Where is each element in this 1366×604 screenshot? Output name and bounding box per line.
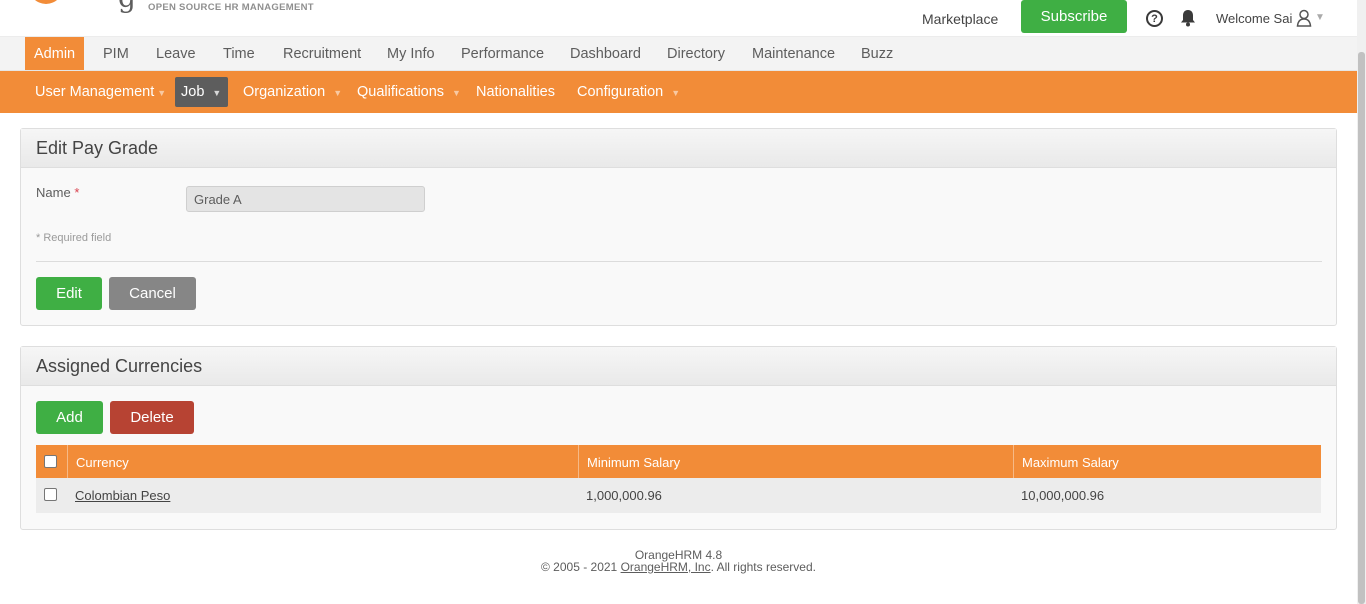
chevron-down-icon: ▼ xyxy=(333,88,343,98)
column-header-maximum-salary[interactable]: Maximum Salary xyxy=(1013,445,1321,478)
currency-cell: Colombian Peso xyxy=(67,478,170,513)
main-menu-item-pim[interactable]: PIM xyxy=(94,37,138,72)
minimum-salary-cell: 1,000,000.96 xyxy=(586,488,662,503)
sub-menu-item-label: Nationalities xyxy=(476,84,555,100)
help-icon[interactable]: ? xyxy=(1146,10,1163,27)
sub-menu-item-qualifications[interactable]: Qualifications ▼ xyxy=(351,77,467,107)
footer-copyright: © 2005 - 2021 OrangeHRM, Inc. All rights… xyxy=(0,561,1357,573)
user-avatar-icon[interactable] xyxy=(1296,9,1312,27)
edit-button[interactable]: Edit xyxy=(36,277,102,310)
delete-currency-button[interactable]: Delete xyxy=(110,401,194,434)
sub-menu-item-label: Configuration xyxy=(577,84,664,100)
subscribe-button[interactable]: Subscribe xyxy=(1021,0,1127,33)
marketplace-link[interactable]: Marketplace xyxy=(922,11,998,27)
sub-menu-item-label: Job xyxy=(181,84,205,100)
panel-title: Assigned Currencies xyxy=(21,347,1336,386)
sub-menu: User Management ▼ Job ▼ Organization ▼ Qual… xyxy=(0,71,1357,113)
sub-menu-item-label: User Management xyxy=(35,84,155,100)
assigned-currencies-panel: Assigned Currencies Add Delete Currency … xyxy=(20,346,1337,530)
name-label-text: Name xyxy=(36,185,71,200)
orangehrm-logo-letter: g xyxy=(118,0,136,12)
sub-menu-item-organization[interactable]: Organization ▼ xyxy=(237,77,348,107)
footer: OrangeHRM 4.8 © 2005 - 2021 OrangeHRM, I… xyxy=(0,549,1357,573)
add-currency-button[interactable]: Add xyxy=(36,401,103,434)
orangehrm-company-link[interactable]: OrangeHRM, Inc xyxy=(621,560,711,574)
welcome-user-menu[interactable]: Welcome Sai xyxy=(1216,11,1292,26)
scrollbar-thumb[interactable] xyxy=(1358,52,1365,604)
name-label: Name * xyxy=(36,185,79,200)
main-menu-item-dashboard[interactable]: Dashboard xyxy=(561,37,650,72)
sub-menu-item-nationalities[interactable]: Nationalities xyxy=(470,77,561,107)
main-menu-item-performance[interactable]: Performance xyxy=(452,37,553,72)
sub-menu-item-user-management[interactable]: User Management ▼ xyxy=(29,77,172,107)
required-marker: * xyxy=(74,185,80,200)
table-header: Currency Minimum Salary Maximum Salary xyxy=(36,445,1321,478)
main-menu: Admin PIM Leave Time Recruitment My Info… xyxy=(0,36,1357,72)
sub-menu-item-label: Qualifications xyxy=(357,84,445,100)
main-menu-item-my-info[interactable]: My Info xyxy=(378,37,444,72)
cancel-button[interactable]: Cancel xyxy=(109,277,196,310)
required-field-note: * Required field xyxy=(36,232,112,244)
column-header-minimum-salary[interactable]: Minimum Salary xyxy=(578,445,1013,478)
table-row: Colombian Peso 1,000,000.96 10,000,000.9… xyxy=(36,478,1321,513)
main-menu-item-recruitment[interactable]: Recruitment xyxy=(274,37,370,72)
sub-menu-item-label: Organization xyxy=(243,84,326,100)
main-menu-item-time[interactable]: Time xyxy=(214,37,264,72)
sub-menu-item-job[interactable]: Job ▼ xyxy=(175,77,228,107)
copyright-prefix: © 2005 - 2021 xyxy=(541,560,621,574)
logo-tagline: OPEN SOURCE HR MANAGEMENT xyxy=(148,2,314,13)
vertical-scrollbar[interactable] xyxy=(1357,0,1366,604)
notification-bell-icon[interactable] xyxy=(1180,9,1196,27)
main-menu-item-maintenance[interactable]: Maintenance xyxy=(743,37,844,72)
copyright-suffix: . All rights reserved. xyxy=(710,560,816,574)
form-divider xyxy=(36,261,1322,262)
main-menu-item-admin[interactable]: Admin xyxy=(25,37,85,72)
orangehrm-logo-mark[interactable] xyxy=(28,0,64,4)
chevron-down-icon: ▼ xyxy=(157,88,167,98)
user-menu-chevron-icon[interactable]: ▼ xyxy=(1315,12,1325,23)
sub-menu-item-configuration[interactable]: Configuration ▼ xyxy=(571,77,686,107)
chevron-down-icon: ▼ xyxy=(212,88,222,98)
edit-pay-grade-panel: Edit Pay Grade Name * * Required field E… xyxy=(20,128,1337,326)
row-checkbox[interactable] xyxy=(44,488,57,501)
maximum-salary-cell: 10,000,000.96 xyxy=(1021,488,1105,503)
main-menu-item-leave[interactable]: Leave xyxy=(147,37,205,72)
pay-grade-name-field[interactable] xyxy=(186,186,425,212)
chevron-down-icon: ▼ xyxy=(452,88,461,98)
main-menu-item-directory[interactable]: Directory xyxy=(658,37,734,72)
main-menu-item-buzz[interactable]: Buzz xyxy=(852,37,902,72)
column-header-currency[interactable]: Currency xyxy=(67,445,578,478)
currency-link[interactable]: Colombian Peso xyxy=(75,488,170,503)
panel-title: Edit Pay Grade xyxy=(21,129,1336,168)
select-all-checkbox[interactable] xyxy=(44,455,57,468)
chevron-down-icon: ▼ xyxy=(671,88,681,98)
